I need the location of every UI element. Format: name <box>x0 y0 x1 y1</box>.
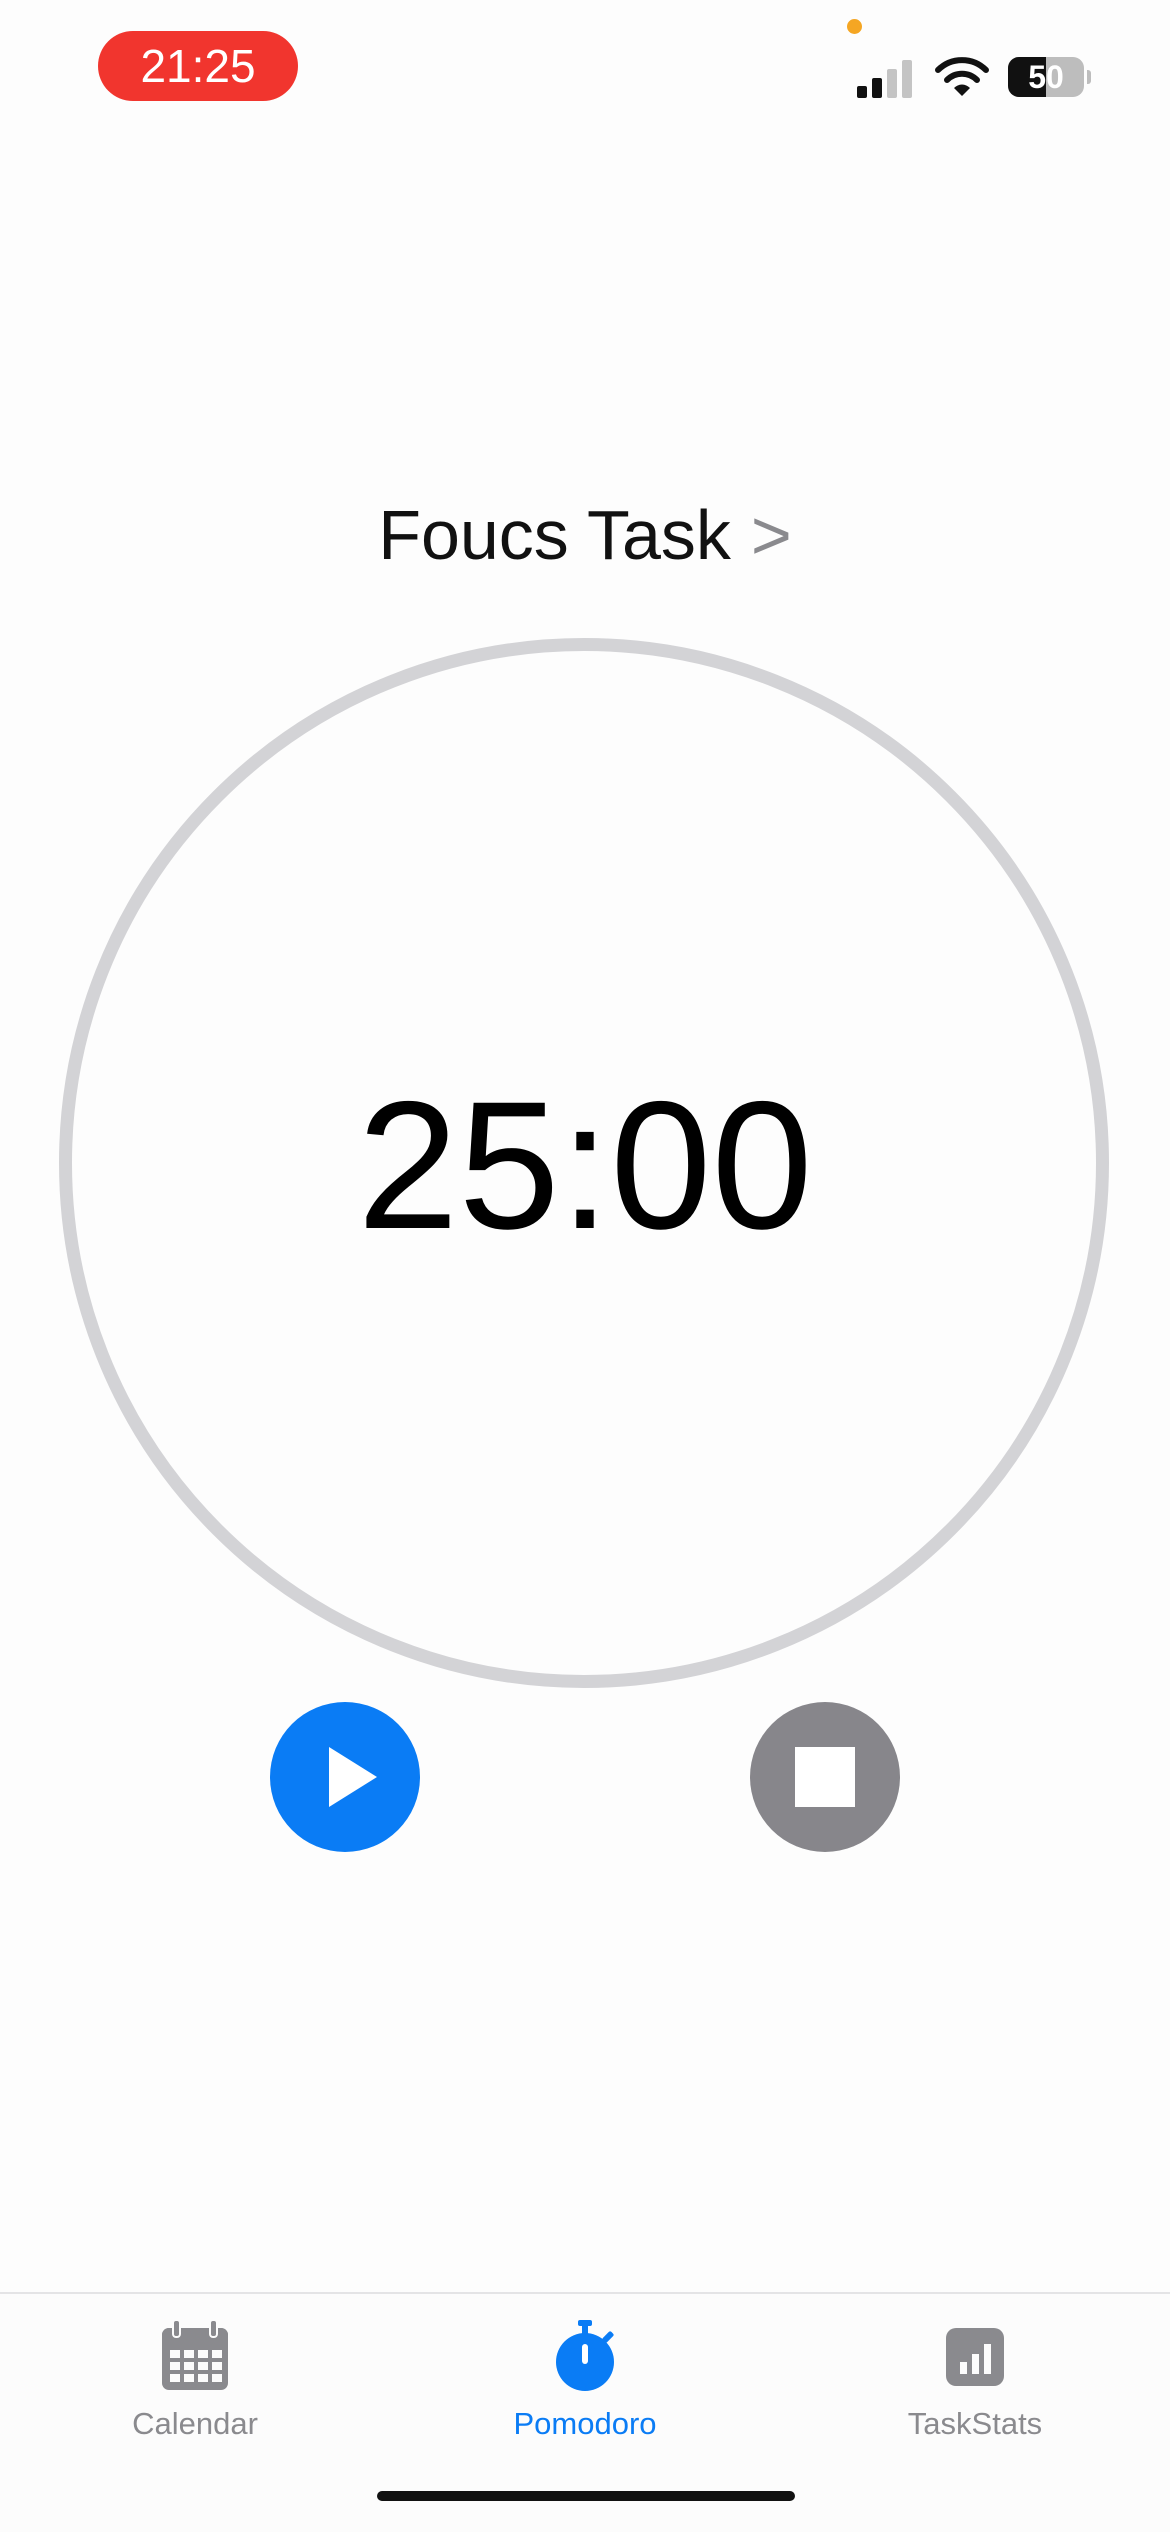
status-time[interactable]: 21:25 <box>98 31 298 101</box>
tab-label-calendar: Calendar <box>132 2406 258 2441</box>
signal-bar <box>887 69 897 98</box>
stopwatch-icon <box>556 2320 614 2391</box>
tab-taskstats[interactable]: TaskStats <box>780 2294 1170 2454</box>
battery-body: 50 <box>1008 57 1084 97</box>
signal-bar <box>857 86 867 98</box>
play-button[interactable] <box>270 1702 420 1852</box>
focus-task-label: Foucs Task <box>378 496 731 574</box>
screen: 21:25 50 Foucs Task > 25:00 Calendar Pom… <box>0 0 1170 2532</box>
signal-icon <box>857 60 912 98</box>
battery-level: 50 <box>1028 59 1064 95</box>
signal-bar <box>902 60 912 98</box>
chart-icon <box>946 2328 1004 2386</box>
home-indicator[interactable] <box>377 2491 795 2501</box>
battery-cap <box>1087 70 1091 84</box>
focus-task-selector[interactable]: Foucs Task > <box>0 490 1170 580</box>
tab-label-pomodoro: Pomodoro <box>513 2406 657 2441</box>
play-icon <box>329 1747 377 1807</box>
tab-pomodoro[interactable]: Pomodoro <box>390 2294 780 2454</box>
battery-icon: 50 <box>1008 57 1091 97</box>
tab-calendar[interactable]: Calendar <box>0 2294 390 2454</box>
tab-label-taskstats: TaskStats <box>907 2406 1043 2441</box>
signal-bar <box>872 78 882 98</box>
stop-button[interactable] <box>750 1702 900 1852</box>
privacy-indicator-dot <box>847 19 862 34</box>
chevron-right-icon: > <box>750 496 792 574</box>
calendar-icon <box>162 2319 228 2390</box>
stop-icon <box>795 1747 855 1807</box>
timer-display: 25:00 <box>357 1063 813 1267</box>
wifi-icon <box>935 57 989 96</box>
